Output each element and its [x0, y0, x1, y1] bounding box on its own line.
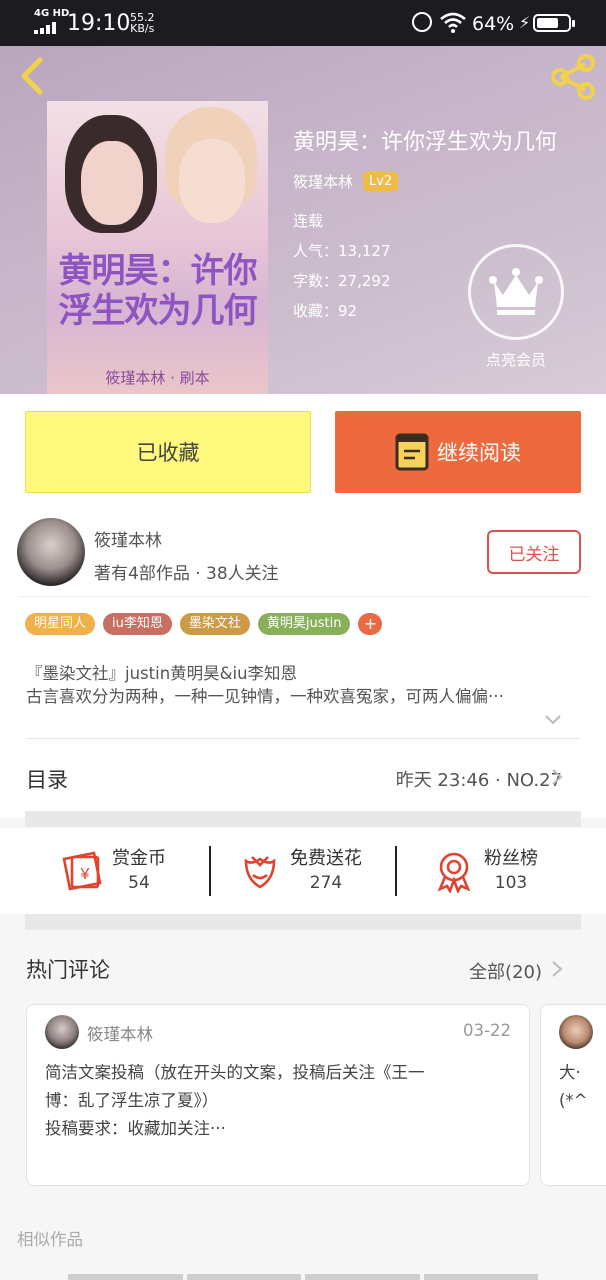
comment-line: 博：乱了浮生凉了夏》）: [45, 1091, 219, 1110]
divider: [209, 846, 211, 896]
section-gap: [25, 914, 581, 930]
divider: [395, 846, 397, 896]
network-speed: 55.2 KB/s: [130, 12, 155, 34]
comment-date: 03-22: [463, 1021, 511, 1040]
medal-icon: [437, 852, 471, 893]
reward-fans[interactable]: 粉丝榜 103: [432, 828, 538, 914]
section-gap: [25, 811, 581, 827]
author-level-badge: Lv2: [363, 172, 399, 191]
author-name[interactable]: 筱瑾本林: [94, 526, 162, 551]
book-author[interactable]: 筱瑾本林: [293, 171, 353, 192]
reward-flowers[interactable]: 免费送花 274: [238, 828, 362, 914]
status-bar: 4G HD 19:10 55.2 KB/s 64% ⚡: [0, 0, 606, 46]
reward-label: 免费送花: [290, 848, 362, 869]
intro-line: 『墨染文社』justin黄明昊&iu李知恩: [26, 664, 298, 683]
wifi-icon: [440, 12, 466, 33]
follow-button[interactable]: 已关注: [487, 530, 581, 574]
back-icon[interactable]: [14, 54, 50, 98]
tag-chip[interactable]: 墨染文社: [179, 613, 250, 635]
commenter-name[interactable]: 筱瑾本林: [87, 1021, 153, 1045]
tag-chip[interactable]: iu李知恩: [103, 613, 172, 635]
author-card: 筱瑾本林 著有4部作品 · 38人关注 已关注 明星同人 iu李知恩 墨染文社 …: [0, 502, 606, 738]
author-meta: 著有4部作品 · 38人关注: [94, 564, 279, 584]
cover-face-right: [179, 139, 245, 223]
chevron-right-icon[interactable]: [551, 960, 563, 978]
book-intro[interactable]: 『墨染文社』justin黄明昊&iu李知恩 古言喜欢分为两种，一种一见钟情，一种…: [26, 662, 586, 708]
tag-chip[interactable]: 明星同人: [25, 613, 96, 635]
reward-value: 54: [128, 873, 150, 893]
cover-title: 黄明昊：许你浮生欢为几何: [58, 251, 258, 331]
similar-works-strip: [68, 1274, 538, 1280]
divider: [18, 596, 590, 597]
comment-card[interactable]: 筱瑾本林 03-22 简洁文案投稿（放在开头的文案，投稿后关注《王一 博：乱了浮…: [26, 1004, 530, 1186]
book-author-row: 筱瑾本林 Lv2: [293, 171, 557, 192]
cover-face-left: [81, 141, 143, 225]
book-status: 连载: [293, 212, 324, 230]
vip-badge[interactable]: [468, 244, 564, 340]
reward-coins[interactable]: ¥ 赏金币 54: [60, 828, 166, 914]
book-cover[interactable]: 黄明昊：许你浮生欢为几何 筱瑾本林 · 刷本: [47, 101, 268, 394]
add-tag-button[interactable]: +: [358, 613, 383, 635]
vip-label[interactable]: 点亮会员: [470, 349, 562, 370]
charging-icon: ⚡: [519, 13, 531, 32]
network-type: 4G HD: [34, 8, 70, 19]
share-icon[interactable]: [548, 54, 598, 100]
all-comments-link[interactable]: 全部(20): [469, 958, 542, 984]
comments-section: 热门评论 全部(20) 筱瑾本林 03-22 简洁文案投稿（放在开头的文案，投稿…: [0, 930, 606, 1280]
rewards-bar: ¥ 赏金币 54 免费送花 274 粉丝榜 103: [0, 828, 606, 914]
cover-author: 筱瑾本林 · 刷本: [105, 369, 210, 387]
status-time: 19:10: [67, 11, 131, 36]
similar-works-heading: 相似作品: [17, 1230, 83, 1249]
continue-reading-label: 继续阅读: [437, 441, 521, 465]
chevron-down-icon[interactable]: [544, 714, 562, 726]
comment-line: (*^: [559, 1091, 588, 1110]
svg-text:¥: ¥: [80, 866, 90, 883]
book-title: 黄明昊：许你浮生欢为几何: [293, 130, 558, 155]
tag-list: 明星同人 iu李知恩 墨染文社 黄明昊justin +: [25, 613, 383, 635]
comment-line: 大·: [559, 1063, 581, 1082]
reward-label: 粉丝榜: [484, 848, 538, 869]
intro-line: 古言喜欢分为两种，一种一见钟情，一种欢喜冤家，可两人偏偏···: [26, 687, 504, 706]
commenter-avatar[interactable]: [559, 1015, 593, 1049]
continue-reading-button[interactable]: 继续阅读: [335, 411, 581, 493]
signal-icon: [34, 22, 58, 34]
chevron-right-icon: [552, 769, 563, 785]
catalog-label: 目录: [26, 768, 68, 792]
tag-chip[interactable]: 黄明昊justin: [257, 613, 351, 635]
battery-icon: [533, 14, 575, 32]
coin-envelope-icon: ¥: [62, 851, 102, 891]
catalog-latest: 昨天 23:46 · NO.27: [395, 770, 562, 791]
comment-line: 简洁文案投稿（放在开头的文案，投稿后关注《王一: [45, 1063, 425, 1082]
alarm-icon: [412, 12, 432, 32]
comment-line: 投稿要求：收藏加关注···: [45, 1119, 226, 1138]
book-header: 黄明昊：许你浮生欢为几何 筱瑾本林 · 刷本 黄明昊：许你浮生欢为几何 筱瑾本林…: [0, 46, 606, 394]
favorited-button[interactable]: 已收藏: [25, 411, 311, 493]
comment-text: 大· (*^: [559, 1059, 588, 1115]
speed-unit: KB/s: [130, 22, 155, 35]
divider: [26, 738, 580, 739]
comments-heading: 热门评论: [26, 958, 110, 982]
commenter-avatar[interactable]: [45, 1015, 79, 1049]
crown-icon: [489, 268, 543, 315]
flower-icon: [244, 856, 276, 889]
reward-label: 赏金币: [112, 848, 166, 869]
book-icon: [395, 433, 429, 471]
reward-value: 274: [309, 873, 343, 893]
comment-card[interactable]: 大· (*^: [540, 1004, 606, 1186]
battery-percent: 64%: [472, 13, 515, 35]
comment-text: 简洁文案投稿（放在开头的文案，投稿后关注《王一 博：乱了浮生凉了夏》） 投稿要求…: [45, 1059, 515, 1143]
avatar[interactable]: [17, 518, 85, 586]
catalog-row[interactable]: 目录 昨天 23:46 · NO.27: [0, 738, 606, 818]
action-bar: 已收藏 继续阅读: [0, 394, 606, 502]
reward-value: 103: [494, 873, 528, 893]
